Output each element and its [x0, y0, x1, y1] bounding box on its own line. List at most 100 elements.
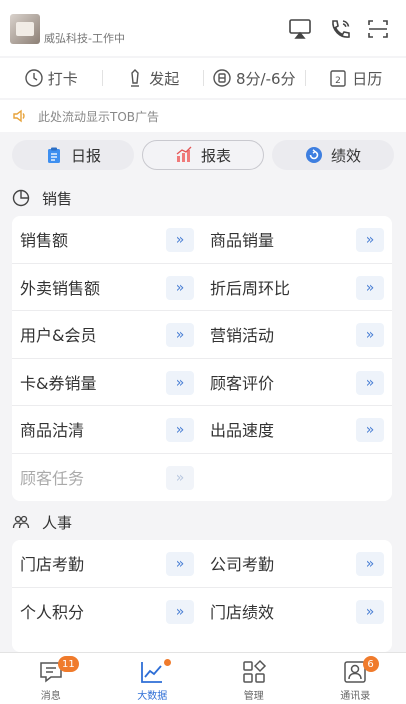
company-status: 威弘科技-工作中: [44, 32, 125, 45]
clock-in-label: 打卡: [47, 69, 78, 88]
refresh-icon: [305, 147, 322, 163]
double-chevron-right-icon[interactable]: »: [356, 552, 384, 576]
sales-item-week-over-week[interactable]: 折后周环比 »: [202, 264, 392, 311]
table-row: 外卖销售额 » 折后周环比 »: [12, 264, 392, 311]
nav-messages[interactable]: 消息 11: [0, 653, 102, 704]
double-chevron-right-icon[interactable]: »: [166, 323, 194, 347]
pen-icon: [131, 69, 140, 87]
list-item-label: 用户&会员: [20, 326, 97, 346]
list-item-label: 顾客任务: [20, 469, 85, 489]
double-chevron-right-icon[interactable]: »: [166, 552, 194, 576]
big-data-dot: [163, 659, 171, 666]
table-row: 门店考勤 » 公司考勤 »: [12, 540, 392, 588]
points-label: 8分/-6分: [235, 69, 296, 88]
table-row: 用户&会员 » 营销活动 »: [12, 311, 392, 359]
sales-item-sold-out[interactable]: 商品沽清 »: [12, 406, 202, 453]
double-chevron-right-icon[interactable]: »: [356, 418, 384, 442]
sales-item-customer-tasks[interactable]: 顾客任务 »: [12, 454, 202, 502]
sales-item-card-coupon[interactable]: 卡&券销量 »: [12, 359, 202, 406]
list-item-label: 商品销量: [210, 231, 275, 251]
sales-item-marketing[interactable]: 营销活动 »: [202, 311, 392, 358]
hr-item-store-performance[interactable]: 门店绩效 »: [202, 588, 392, 636]
list-item-label: 门店考勤: [20, 555, 85, 575]
double-chevron-right-icon[interactable]: »: [166, 370, 194, 395]
sales-item-revenue[interactable]: 销售额 »: [12, 216, 202, 263]
double-chevron-right-icon[interactable]: »: [356, 599, 384, 624]
quick-actions-bar: 打卡 发起 8分/-6分 2 日历: [0, 58, 406, 98]
tab-daily-report[interactable]: 日报: [12, 140, 134, 170]
clock-icon: [25, 69, 43, 87]
tab-reports-label: 报表: [200, 146, 231, 165]
list-item-label: 外卖销售额: [20, 278, 101, 298]
points-button[interactable]: 8分/-6分: [203, 58, 305, 98]
list-item-label: 营销活动: [210, 326, 275, 346]
double-chevron-right-icon[interactable]: »: [166, 465, 194, 490]
double-chevron-right-icon[interactable]: »: [356, 228, 384, 252]
scan-icon[interactable]: [366, 18, 390, 40]
nav-messages-label: 消息: [40, 691, 61, 702]
people-icon: [12, 515, 30, 529]
screen-cast-icon[interactable]: [288, 18, 312, 40]
sales-card: 销售额 » 商品销量 » 外卖销售额 » 折后周环比 » 用户&会员 » 营销活动 » 卡&…: [12, 216, 392, 501]
double-chevron-right-icon[interactable]: »: [166, 228, 194, 252]
speaker-icon: [13, 109, 25, 123]
double-chevron-right-icon[interactable]: »: [166, 599, 194, 624]
table-row: 销售额 » 商品销量 »: [12, 216, 392, 264]
bar-chart-icon: [176, 146, 192, 162]
hr-item-personal-points[interactable]: 个人积分 »: [12, 588, 202, 636]
hr-item-company-attendance[interactable]: 公司考勤 »: [202, 540, 392, 587]
tab-daily-report-label: 日报: [70, 146, 101, 165]
nav-contacts-label: 通讯录: [340, 691, 371, 702]
hr-item-store-attendance[interactable]: 门店考勤 »: [12, 540, 202, 587]
list-item-label: 公司考勤: [210, 555, 275, 575]
trend-icon: [141, 662, 163, 683]
points-icon: [213, 69, 231, 87]
sales-item-serving-speed[interactable]: 出品速度 »: [202, 406, 392, 453]
list-item-label: 商品沽清: [20, 421, 85, 441]
sales-item-delivery-revenue[interactable]: 外卖销售额 »: [12, 264, 202, 311]
clock-in-button[interactable]: 打卡: [0, 58, 102, 98]
messages-badge: 11: [58, 656, 79, 672]
avatar[interactable]: [10, 14, 40, 44]
double-chevron-right-icon[interactable]: »: [356, 323, 384, 347]
notice-text: 此处流动显示TOB广告: [38, 109, 160, 124]
contacts-badge: 6: [362, 656, 379, 672]
double-chevron-right-icon[interactable]: »: [166, 418, 194, 442]
sales-item-reviews[interactable]: 顾客评价 »: [202, 359, 392, 406]
list-item-label: 门店绩效: [210, 603, 275, 623]
notice-bar[interactable]: 此处流动显示TOB广告: [0, 100, 406, 132]
nav-contacts[interactable]: 通讯录 6: [305, 653, 406, 704]
tab-reports[interactable]: 报表: [142, 140, 264, 170]
nav-management[interactable]: 管理: [203, 653, 305, 704]
list-item-label: 卡&券销量: [20, 373, 97, 393]
section-title-hr: 人事: [42, 513, 73, 532]
sales-item-product-volume[interactable]: 商品销量 »: [202, 216, 392, 263]
nav-big-data[interactable]: 大数据: [102, 653, 204, 704]
nav-management-label: 管理: [243, 691, 264, 702]
double-chevron-right-icon[interactable]: »: [356, 370, 384, 395]
tab-performance-label: 绩效: [330, 146, 361, 165]
apps-icon: [243, 659, 266, 683]
calendar-label: 日历: [352, 69, 383, 88]
section-header-hr: 人事: [12, 510, 72, 534]
double-chevron-right-icon[interactable]: »: [166, 275, 194, 300]
initiate-button[interactable]: 发起: [101, 58, 204, 98]
calendar-button[interactable]: 2 日历: [304, 58, 406, 98]
double-chevron-right-icon[interactable]: »: [356, 275, 384, 300]
svg-text:2: 2: [335, 76, 341, 86]
section-title-sales: 销售: [42, 189, 73, 208]
tab-performance[interactable]: 绩效: [272, 140, 394, 170]
bottom-tab-bar: 消息 11 大数据 管理 通讯录 6: [0, 652, 406, 704]
app-header: 威弘科技-工作中: [0, 0, 406, 56]
initiate-label: 发起: [149, 69, 180, 88]
table-row: 顾客任务 »: [12, 454, 392, 502]
sales-item-users-members[interactable]: 用户&会员 »: [12, 311, 202, 358]
list-item-label: 折后周环比: [210, 278, 291, 298]
calendar-icon: 2: [330, 70, 346, 87]
list-item-label: 销售额: [20, 231, 69, 251]
pie-chart-icon: [12, 189, 30, 207]
list-item-label: 个人积分: [20, 603, 85, 623]
segment-tabs: 日报 报表 绩效: [12, 140, 394, 172]
phone-icon[interactable]: [328, 18, 352, 40]
clipboard-icon: [47, 147, 60, 163]
